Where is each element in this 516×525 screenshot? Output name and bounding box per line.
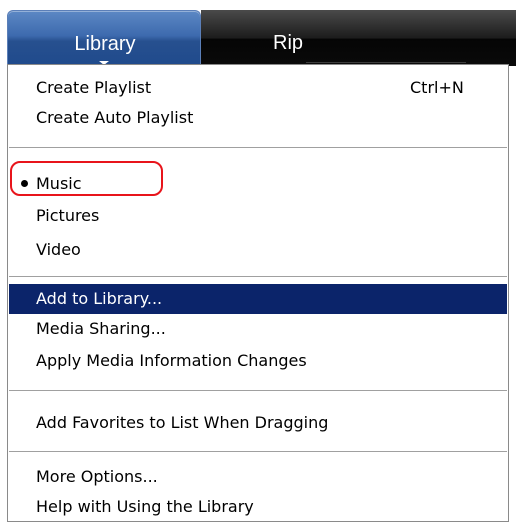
menu-item-create-playlist[interactable]: Create Playlist Ctrl+N bbox=[9, 73, 507, 103]
library-dropdown-menu: Create Playlist Ctrl+N Create Auto Playl… bbox=[7, 64, 509, 522]
menu-separator bbox=[9, 147, 507, 148]
radio-bullet-icon bbox=[21, 180, 28, 187]
menu-item-music[interactable]: Music bbox=[9, 169, 507, 199]
menu-separator bbox=[9, 451, 507, 452]
tab-library-label: Library bbox=[74, 33, 136, 55]
menu-item-label: Pictures bbox=[36, 206, 100, 225]
menu-item-label: Media Sharing... bbox=[36, 319, 166, 338]
menu-item-create-auto-playlist[interactable]: Create Auto Playlist bbox=[9, 103, 507, 133]
menu-item-media-sharing[interactable]: Media Sharing... bbox=[9, 314, 507, 344]
menu-item-more-options[interactable]: More Options... bbox=[9, 462, 507, 492]
media-player-library-menu: Library Rip Create Playlist Ctrl+N Creat… bbox=[0, 0, 516, 525]
tab-rip[interactable]: Rip bbox=[201, 10, 516, 66]
menu-item-label: Music bbox=[36, 174, 82, 193]
menu-item-label: Video bbox=[36, 240, 81, 259]
tab-library[interactable]: Library bbox=[7, 10, 201, 66]
menu-item-add-favorites-to-list[interactable]: Add Favorites to List When Dragging bbox=[9, 408, 507, 438]
menu-item-pictures[interactable]: Pictures bbox=[9, 201, 507, 231]
menu-item-label: Add Favorites to List When Dragging bbox=[36, 413, 329, 432]
menu-item-label: Help with Using the Library bbox=[36, 497, 254, 516]
menu-item-label: Create Playlist bbox=[36, 78, 152, 97]
tab-rip-label: Rip bbox=[273, 32, 304, 54]
menu-item-video[interactable]: Video bbox=[9, 235, 507, 265]
menu-item-add-to-library[interactable]: Add to Library... bbox=[9, 284, 507, 314]
menu-separator bbox=[9, 390, 507, 391]
menu-item-label: Create Auto Playlist bbox=[36, 108, 194, 127]
menu-item-label: Add to Library... bbox=[36, 289, 163, 308]
tab-bar: Library Rip bbox=[0, 0, 516, 66]
menu-item-help-library[interactable]: Help with Using the Library bbox=[9, 492, 507, 522]
menu-item-shortcut: Ctrl+N bbox=[410, 78, 464, 97]
tab-divider bbox=[306, 62, 466, 63]
menu-separator bbox=[9, 276, 507, 277]
menu-item-apply-media-information-changes[interactable]: Apply Media Information Changes bbox=[9, 346, 507, 376]
menu-item-label: Apply Media Information Changes bbox=[36, 351, 307, 370]
menu-item-label: More Options... bbox=[36, 467, 158, 486]
